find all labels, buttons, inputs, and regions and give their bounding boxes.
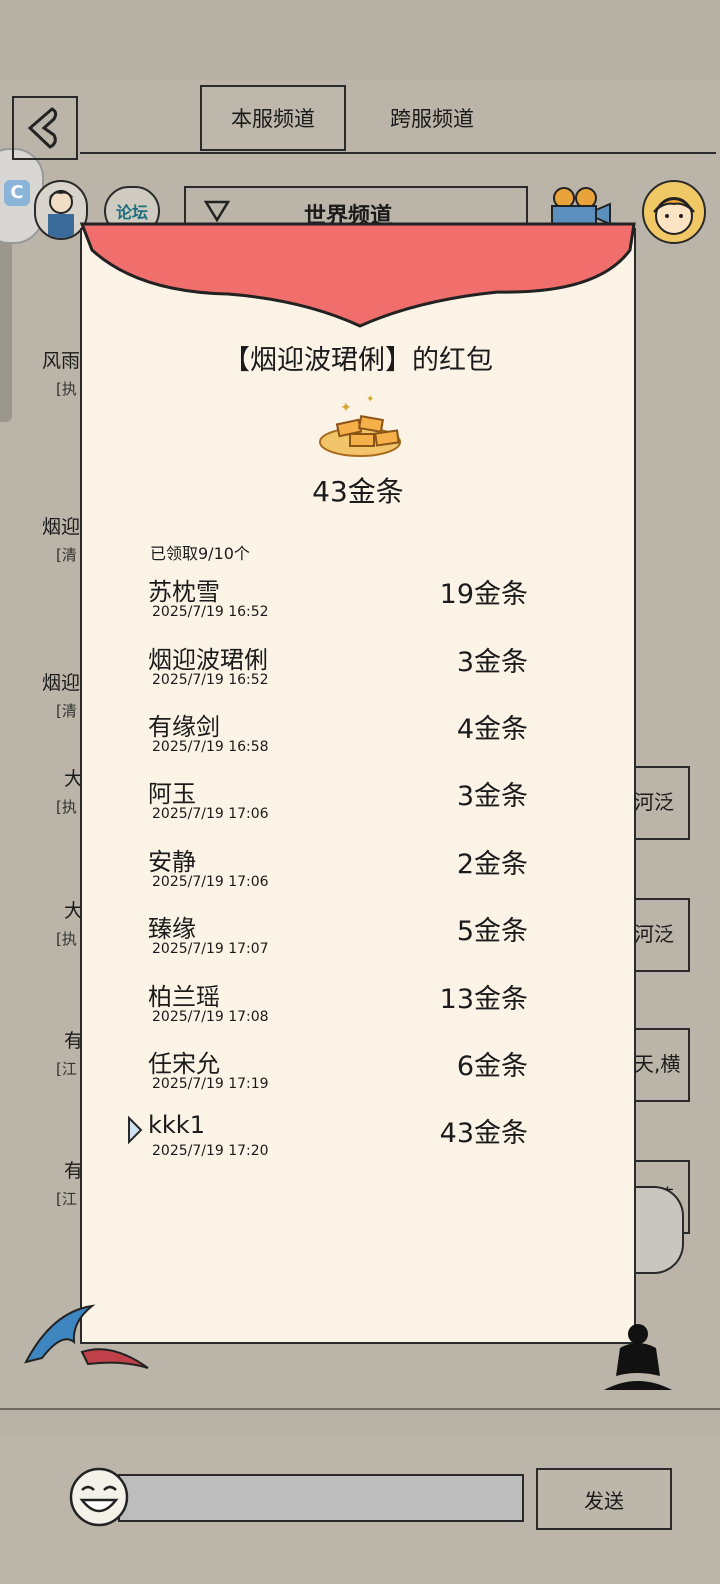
claim-time: 2025/7/19 16:52 <box>152 672 269 688</box>
tab-local-channel[interactable]: 本服频道 <box>200 85 346 151</box>
claimer-name: 臻缘 <box>148 915 196 943</box>
claim-amount: 2金条 <box>456 849 528 880</box>
bg-message-tag: [江 <box>56 1190 77 1208</box>
claim-row: 烟迎波珺俐 2025/7/19 16:52 3金条 <box>148 640 528 700</box>
current-user-pointer-icon <box>128 1115 143 1145</box>
bg-message-tag: [执 <box>56 930 77 948</box>
bg-message-name: 风雨 <box>42 350 81 372</box>
claimer-name: 烟迎波珺俐 <box>148 646 268 674</box>
claimer-name: 有缘剑 <box>148 713 220 741</box>
back-arrow-icon <box>27 107 58 149</box>
bg-message-tag: [清 <box>56 702 77 720</box>
video-camera-icon[interactable] <box>548 186 612 226</box>
send-button[interactable]: 发送 <box>536 1468 672 1530</box>
claimer-name: 苏枕雪 <box>148 578 220 606</box>
claim-amount: 6金条 <box>456 1051 528 1082</box>
claim-row: 安静 2025/7/19 17:06 2金条 <box>148 842 528 902</box>
claim-time: 2025/7/19 16:52 <box>152 604 269 620</box>
red-envelope-flap <box>79 222 636 328</box>
tab-cross-server-channel[interactable]: 跨服频道 <box>362 85 502 151</box>
claimer-name: 安静 <box>148 848 196 876</box>
claim-time: 2025/7/19 17:19 <box>152 1076 269 1092</box>
bg-message-tag: [清 <box>56 546 77 564</box>
claim-row: 臻缘 2025/7/19 17:07 5金条 <box>148 909 528 969</box>
bg-message-tag: [执 <box>56 798 77 816</box>
claimer-name: kkk1 <box>148 1111 205 1139</box>
claim-amount: 3金条 <box>456 647 528 678</box>
laughing-face-icon[interactable] <box>68 1466 130 1528</box>
claim-time: 2025/7/19 17:20 <box>152 1143 269 1159</box>
claim-row-self: kkk1 2025/7/19 17:20 43金条 <box>148 1111 528 1171</box>
claim-row: 阿玉 2025/7/19 17:06 3金条 <box>148 774 528 834</box>
claim-amount: 19金条 <box>439 579 528 610</box>
claimer-name: 柏兰瑶 <box>148 983 220 1011</box>
svg-text:✦: ✦ <box>366 394 374 405</box>
header-divider <box>80 152 716 154</box>
claimed-count: 已领取9/10个 <box>150 544 250 563</box>
girl-portrait-icon <box>653 197 695 235</box>
claim-row: 苏枕雪 2025/7/19 16:52 19金条 <box>148 572 528 632</box>
ink-swirl-decoration <box>24 1304 149 1369</box>
bg-message-tag: [江 <box>56 1060 77 1078</box>
claim-amount: 43金条 <box>439 1118 528 1149</box>
chat-input[interactable] <box>118 1474 524 1522</box>
claim-amount: 13金条 <box>439 984 528 1015</box>
bg-message-name: 烟迎 <box>42 672 81 694</box>
bg-message-tag: [执 <box>56 380 77 398</box>
assistant-avatar[interactable] <box>642 180 706 244</box>
red-packet-total: 43金条 <box>312 475 404 508</box>
meditating-figure-decoration <box>604 1324 672 1390</box>
claimer-name: 阿玉 <box>148 780 196 808</box>
claim-row: 有缘剑 2025/7/19 16:58 4金条 <box>148 707 528 767</box>
scrollbar[interactable] <box>0 240 12 422</box>
footer-divider <box>0 1408 720 1410</box>
red-packet-title: 【烟迎波珺俐】的红包 <box>223 345 493 376</box>
claim-row: 任宋允 2025/7/19 17:19 6金条 <box>148 1044 528 1104</box>
svg-text:✦: ✦ <box>340 400 352 416</box>
claim-time: 2025/7/19 17:06 <box>152 806 269 822</box>
app-widget-icon: C <box>4 180 30 206</box>
dropdown-triangle-icon <box>204 200 230 222</box>
claimer-name: 任宋允 <box>148 1050 220 1078</box>
claim-row: 柏兰瑶 2025/7/19 17:08 13金条 <box>148 977 528 1037</box>
gold-bars-icon: ✦ ✦ <box>319 394 401 457</box>
claim-amount: 5金条 <box>456 916 528 947</box>
claim-time: 2025/7/19 17:08 <box>152 1009 269 1025</box>
claim-time: 2025/7/19 17:07 <box>152 941 269 957</box>
back-button[interactable] <box>12 96 78 160</box>
status-area <box>0 0 720 80</box>
chat-bubble-decoration <box>636 1186 684 1274</box>
claim-time: 2025/7/19 16:58 <box>152 739 269 755</box>
claim-amount: 4金条 <box>456 714 528 745</box>
claim-amount: 3金条 <box>456 781 528 812</box>
claim-time: 2025/7/19 17:06 <box>152 874 269 890</box>
bg-message-name: 烟迎 <box>42 516 81 538</box>
